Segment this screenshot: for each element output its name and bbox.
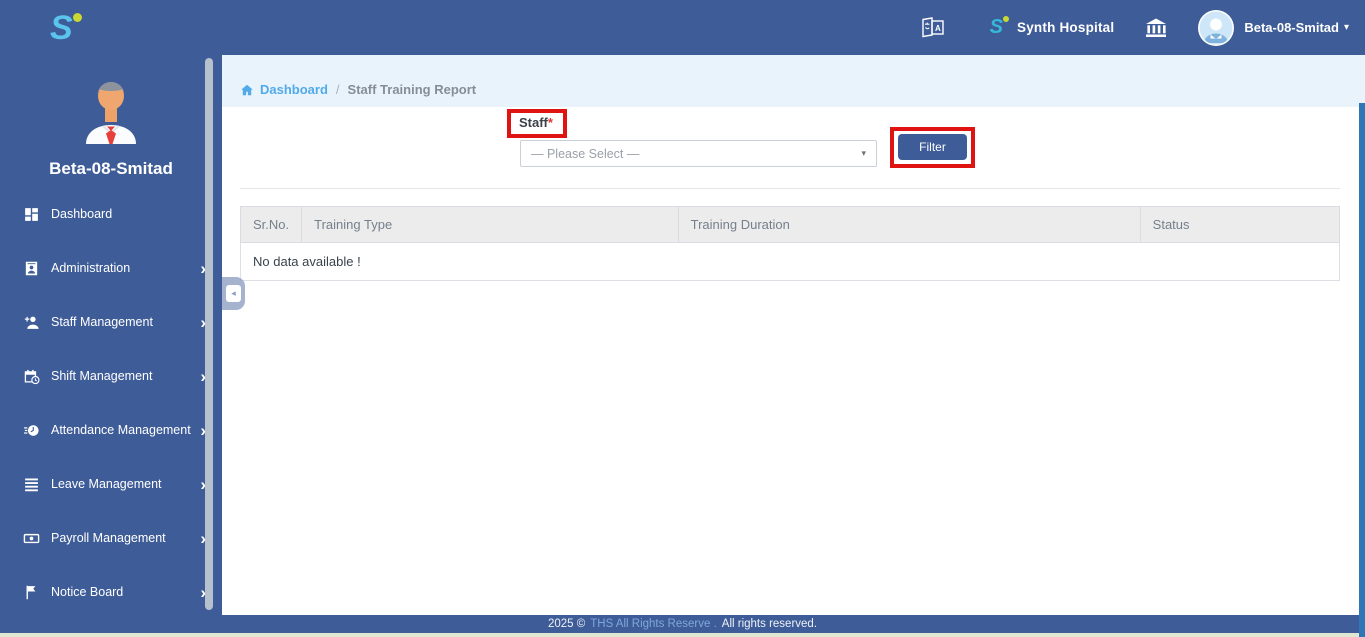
column-header-training-duration: Training Duration	[678, 207, 1140, 243]
bottom-edge-strip	[0, 633, 1365, 637]
sidebar-item-label: Administration	[51, 261, 200, 275]
sidebar-item-label: Staff Management	[51, 315, 200, 329]
collapse-left-icon: ◂	[226, 285, 241, 302]
sidebar-item-label: Dashboard	[51, 207, 200, 221]
sidebar-item-staff-management[interactable]: Staff Management ›	[0, 295, 222, 349]
breadcrumb: Dashboard / Staff Training Report	[240, 82, 476, 97]
section-divider	[240, 188, 1340, 189]
brand-logo[interactable]: S	[50, 11, 73, 45]
profile-avatar-icon	[74, 131, 148, 148]
required-marker: *	[548, 115, 553, 130]
sidebar-item-label: Leave Management	[51, 477, 200, 491]
staff-select[interactable]: — Please Select — ▾	[520, 140, 877, 167]
user-avatar-icon	[1198, 10, 1234, 46]
notice-board-icon	[20, 584, 42, 601]
sidebar-item-label: Notice Board	[51, 585, 200, 599]
chevron-down-icon: ▾	[1344, 22, 1349, 33]
filter-form-area: Staff* — Please Select — ▾ Filter Sr.No.…	[222, 107, 1365, 615]
filter-button[interactable]: Filter	[898, 134, 967, 160]
sidebar-item-leave-management[interactable]: Leave Management ›	[0, 457, 222, 511]
empty-table-message: No data available !	[241, 243, 1340, 281]
navbar-right-cluster: A S Synth Hospital	[920, 10, 1349, 46]
table-row: No data available !	[241, 243, 1340, 281]
footer-year: 2025 ©	[548, 618, 585, 630]
institution-icon[interactable]	[1144, 16, 1168, 40]
top-navbar: S A S Synth Hospital	[0, 0, 1365, 55]
brand-letter: S	[50, 9, 73, 47]
sidebar-item-label: Attendance Management	[51, 423, 200, 437]
column-header-sr-no: Sr.No.	[241, 207, 302, 243]
footer-ths-link[interactable]: THS All Rights Reserve .	[590, 618, 717, 630]
sidebar-menu: Dashboard › Administration › Staff Manag…	[0, 187, 222, 615]
sidebar-item-label: Payroll Management	[51, 531, 200, 545]
main-content: Dashboard / Staff Training Report Staff*…	[222, 55, 1365, 615]
footer: 2025 © THS All Rights Reserve . All righ…	[0, 615, 1365, 633]
breadcrumb-home-label: Dashboard	[260, 82, 328, 97]
sidebar-profile: Beta-08-Smitad	[0, 55, 222, 179]
sidebar-item-dashboard[interactable]: Dashboard ›	[0, 187, 222, 241]
profile-name: Beta-08-Smitad	[0, 159, 222, 179]
column-header-training-type: Training Type	[302, 207, 678, 243]
hospital-name: Synth Hospital	[1017, 20, 1114, 35]
page-title: Staff Training Report	[348, 82, 477, 97]
sidebar-collapse-toggle[interactable]: ◂	[222, 277, 245, 310]
training-report-table: Sr.No. Training Type Training Duration S…	[240, 206, 1340, 281]
table-header-row: Sr.No. Training Type Training Duration S…	[241, 207, 1340, 243]
svg-text:A: A	[935, 23, 941, 32]
column-header-status: Status	[1140, 207, 1339, 243]
staff-field-label: Staff*	[519, 115, 553, 130]
sidebar-item-attendance-management[interactable]: Attendance Management ›	[0, 403, 222, 457]
sidebar-scrollbar[interactable]	[205, 58, 213, 610]
payroll-management-icon	[20, 530, 42, 547]
staff-select-value: — Please Select —	[531, 147, 639, 161]
dashboard-icon	[20, 206, 42, 223]
sidebar: Beta-08-Smitad Dashboard › Administratio…	[0, 55, 222, 615]
page-scrollbar[interactable]	[1359, 103, 1365, 637]
sidebar-item-notice-board[interactable]: Notice Board ›	[0, 565, 222, 615]
user-menu[interactable]: Beta-08-Smitad ▾	[1198, 10, 1349, 46]
language-translate-icon[interactable]: A	[920, 15, 946, 41]
mini-brand-icon[interactable]: S	[990, 16, 1003, 39]
staff-management-icon	[20, 314, 42, 331]
user-name: Beta-08-Smitad	[1244, 20, 1339, 35]
breadcrumb-bar: Dashboard / Staff Training Report	[222, 55, 1365, 107]
attendance-management-icon	[20, 422, 42, 439]
breadcrumb-dashboard-link[interactable]: Dashboard	[240, 82, 328, 97]
sidebar-item-label: Shift Management	[51, 369, 200, 383]
breadcrumb-separator: /	[336, 82, 340, 97]
footer-rights-text: All rights reserved.	[722, 618, 817, 630]
shift-management-icon	[20, 368, 42, 385]
sidebar-item-payroll-management[interactable]: Payroll Management ›	[0, 511, 222, 565]
leave-management-icon	[20, 476, 42, 493]
sidebar-item-shift-management[interactable]: Shift Management ›	[0, 349, 222, 403]
sidebar-item-administration[interactable]: Administration ›	[0, 241, 222, 295]
administration-icon	[20, 260, 42, 277]
staff-label-text: Staff	[519, 115, 548, 130]
select-caret-icon: ▾	[861, 148, 866, 159]
home-icon	[240, 83, 254, 97]
